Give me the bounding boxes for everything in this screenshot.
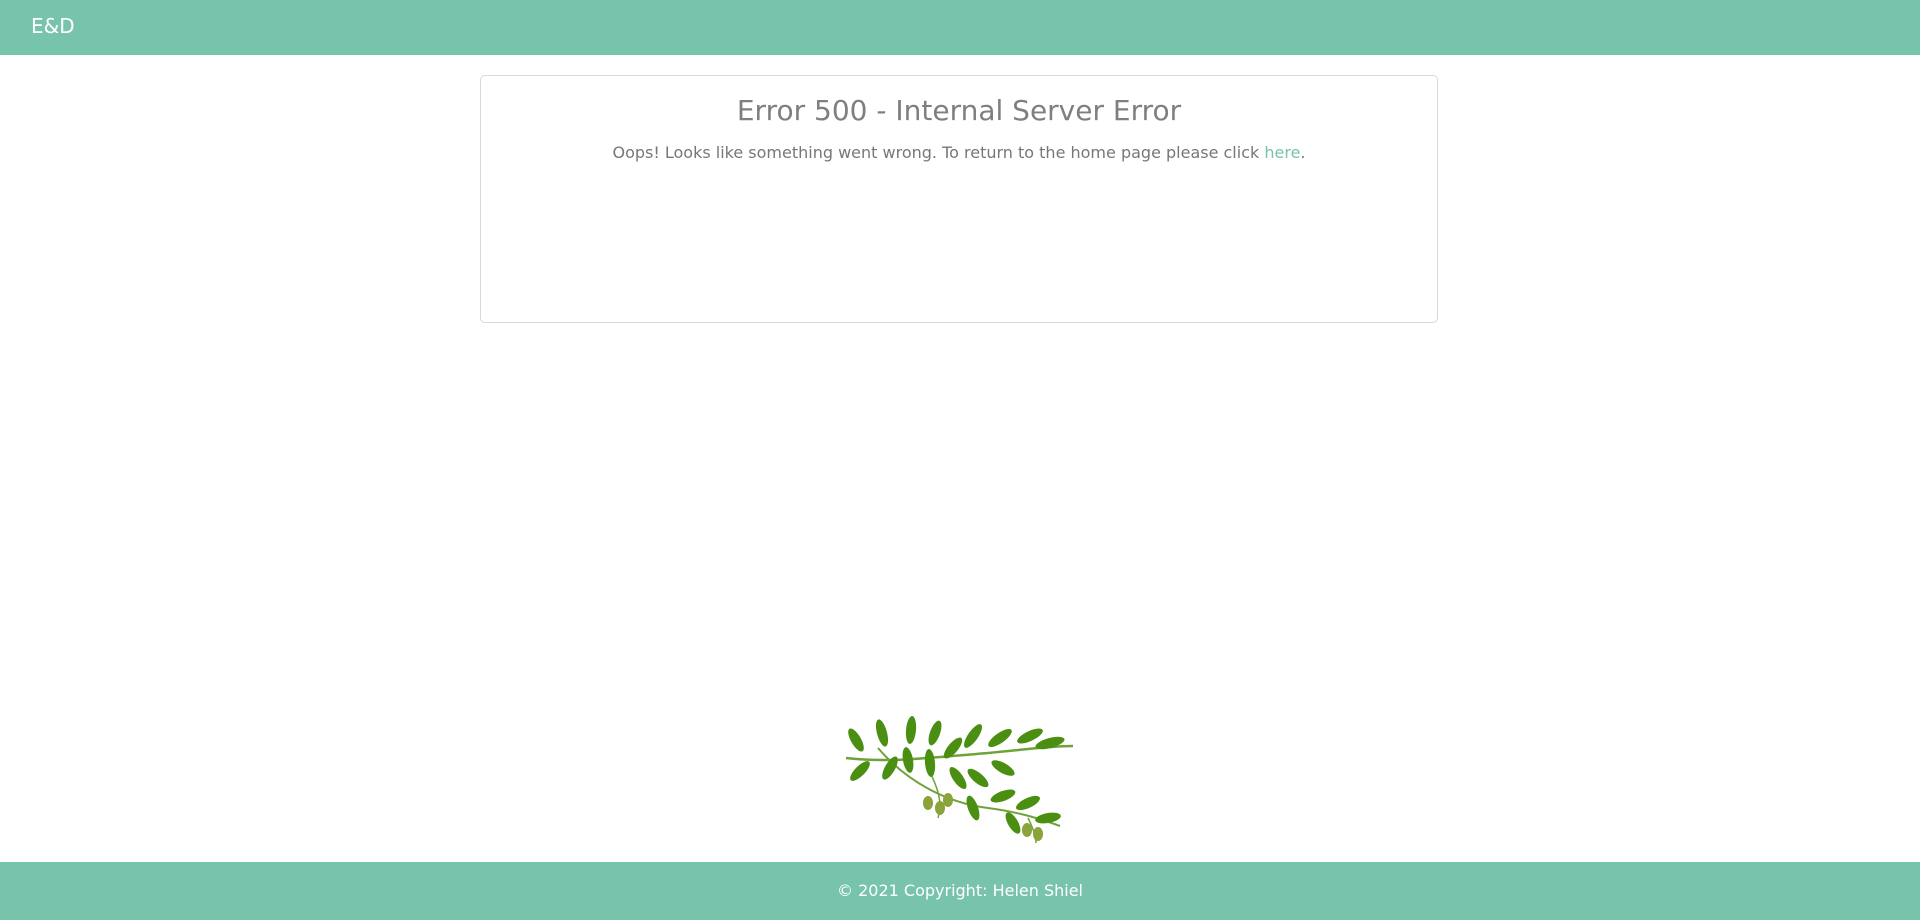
brand-logo-link[interactable]: E&D bbox=[31, 14, 75, 38]
top-navbar: E&D bbox=[0, 0, 1920, 55]
copyright-text: © 2021 Copyright: Helen Shiel bbox=[837, 881, 1083, 900]
error-card: Error 500 - Internal Server Error Oops! … bbox=[480, 75, 1438, 323]
error-title: Error 500 - Internal Server Error bbox=[736, 94, 1182, 127]
home-link[interactable]: here bbox=[1264, 143, 1300, 162]
error-message: Oops! Looks like something went wrong. T… bbox=[481, 143, 1437, 162]
error-message-text: Oops! Looks like something went wrong. T… bbox=[612, 143, 1260, 162]
error-message-end: . bbox=[1300, 143, 1306, 162]
olive-branch-icon bbox=[845, 716, 1074, 844]
footer: © 2021 Copyright: Helen Shiel bbox=[0, 862, 1920, 920]
